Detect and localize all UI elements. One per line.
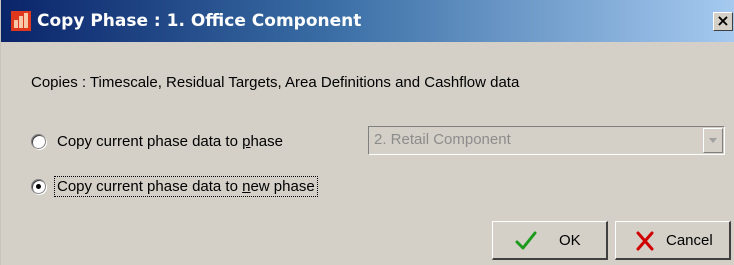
ok-button[interactable]: OK: [492, 221, 608, 260]
radio-copy-to-phase[interactable]: [31, 133, 46, 149]
x-icon: [634, 230, 656, 252]
option-copy-to-new-phase-label[interactable]: Copy current phase data to new phase: [54, 175, 318, 197]
option-copy-to-phase-label[interactable]: Copy current phase data to phase: [56, 133, 284, 150]
radio-selected-dot: [36, 183, 41, 189]
radio-copy-to-new-phase[interactable]: [31, 178, 46, 194]
phase-select[interactable]: 2. Retail Component: [368, 126, 725, 155]
cancel-button-label: Cancel: [666, 232, 713, 249]
close-button[interactable]: ×: [713, 12, 733, 31]
phase-select-dropdown-button[interactable]: [703, 128, 723, 153]
phase-select-value: 2. Retail Component: [374, 131, 511, 148]
ok-button-label: OK: [559, 232, 581, 249]
window-title: Copy Phase : 1. Office Component: [37, 11, 362, 31]
copy-phase-dialog: Copy Phase : 1. Office Component × Copie…: [0, 0, 734, 265]
cancel-button[interactable]: Cancel: [615, 221, 731, 260]
title-bar[interactable]: Copy Phase : 1. Office Component ×: [1, 0, 734, 42]
close-icon: ×: [716, 11, 730, 30]
option-copy-to-phase[interactable]: Copy current phase data to phase: [31, 130, 284, 152]
copies-description: Copies : Timescale, Residual Targets, Ar…: [31, 74, 520, 91]
checkmark-icon: [515, 230, 537, 252]
app-icon: [11, 11, 31, 31]
chevron-down-icon: [709, 138, 717, 143]
option-copy-to-new-phase[interactable]: Copy current phase data to new phase: [31, 175, 318, 197]
